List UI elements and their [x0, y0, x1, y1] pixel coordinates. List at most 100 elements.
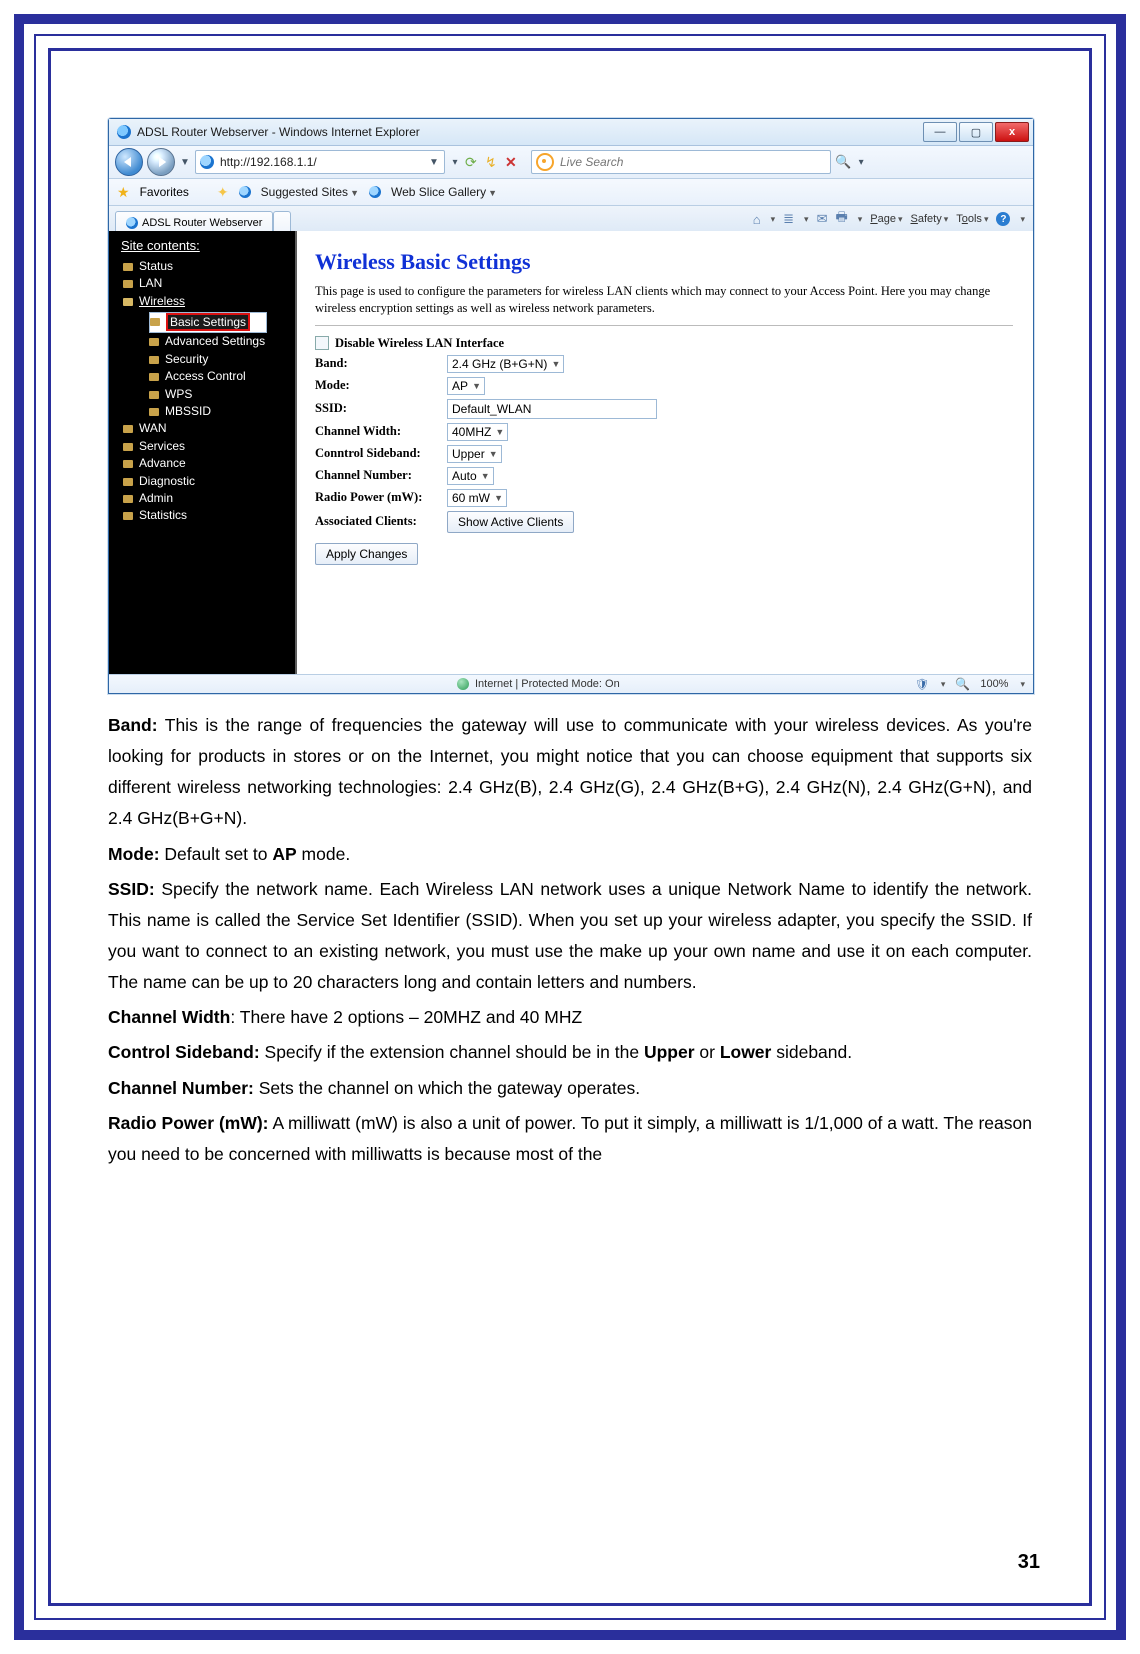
address-bar: ▼ ▼ ▾ ⟳ ↯ ✕ 🔍 ▾ — [109, 146, 1033, 179]
refresh-icon[interactable]: ⟳ — [465, 154, 481, 170]
favorites-bar: ★ Favorites ✦ Suggested Sites▼ Web Slice… — [109, 179, 1033, 206]
label-control-sideband: Conntrol Sideband: — [315, 446, 447, 461]
page-favicon-icon — [200, 155, 214, 169]
tree-header: Site contents: — [113, 237, 295, 256]
ie-mini-icon — [239, 186, 251, 198]
tree-item-security[interactable]: Security — [149, 351, 295, 368]
url-dropdown-icon[interactable]: ▼ — [428, 157, 440, 168]
tools-menu[interactable]: Tools▾ — [956, 213, 988, 225]
para-mode: Mode: Default set to AP mode. — [108, 839, 1032, 870]
help-dropdown-icon[interactable]: ▾ — [1018, 214, 1025, 225]
page-menu[interactable]: PPageage▾ — [870, 213, 902, 225]
url-field-wrap[interactable]: ▼ — [195, 150, 445, 174]
apply-changes-button[interactable]: Apply Changes — [315, 543, 418, 565]
disable-wlan-checkbox[interactable] — [315, 336, 329, 350]
tree-item-wan[interactable]: WAN — [123, 420, 295, 437]
tree-item-wps[interactable]: WPS — [149, 386, 295, 403]
url-history-caret[interactable]: ▾ — [449, 157, 461, 168]
protected-mode-icon[interactable]: 🛡 — [915, 678, 929, 691]
tree-item-lan[interactable]: LAN — [123, 275, 295, 292]
tree-item-advance[interactable]: Advance — [123, 455, 295, 472]
tree-item-mbssid[interactable]: MBSSID — [149, 403, 295, 420]
tree-item-status[interactable]: Status — [123, 258, 295, 275]
minimize-button[interactable]: — — [923, 122, 957, 142]
tree-item-basic-settings[interactable]: Basic Settings — [149, 312, 267, 333]
label-radio-power: Radio Power (mW): — [315, 490, 447, 505]
router-content: Wireless Basic Settings This page is use… — [297, 231, 1033, 675]
label-ssid: SSID: — [315, 401, 447, 416]
feeds-icon[interactable]: ≣ — [783, 211, 794, 227]
browser-viewport: Site contents: Status LAN Wireless Basic… — [109, 231, 1033, 675]
favorites-star-icon[interactable]: ★ — [117, 184, 130, 201]
search-provider-icon — [536, 153, 554, 171]
ie-logo-icon — [117, 125, 131, 139]
tree-item-services[interactable]: Services — [123, 438, 295, 455]
tree-item-advanced-settings[interactable]: Advanced Settings — [149, 333, 295, 350]
print-dropdown-icon[interactable]: ▾ — [856, 214, 863, 225]
select-channel-number[interactable]: Auto▼ — [447, 467, 494, 485]
mail-icon[interactable]: ✉ — [817, 211, 828, 227]
compat-view-icon[interactable]: ↯ — [485, 154, 501, 170]
tree-item-statistics[interactable]: Statistics — [123, 507, 295, 524]
search-dropdown-icon[interactable]: ▾ — [855, 157, 867, 168]
divider — [315, 325, 1013, 326]
forward-button[interactable] — [147, 148, 175, 176]
maximize-button[interactable]: ▢ — [959, 122, 993, 142]
ie-window: ADSL Router Webserver - Windows Internet… — [108, 118, 1034, 694]
content-heading: Wireless Basic Settings — [315, 249, 1013, 275]
window-title: ADSL Router Webserver - Windows Internet… — [137, 125, 420, 139]
label-associated-clients: Associated Clients: — [315, 514, 447, 529]
add-fav-icon[interactable]: ✦ — [217, 184, 229, 201]
zone-globe-icon — [457, 678, 469, 690]
tree-item-diagnostic[interactable]: Diagnostic — [123, 473, 295, 490]
select-control-sideband[interactable]: Upper▼ — [447, 445, 502, 463]
para-radio-power: Radio Power (mW): A milliwatt (mW) is al… — [108, 1108, 1032, 1170]
para-band: Band: This is the range of frequencies t… — [108, 710, 1032, 835]
ie-status-bar: Internet | Protected Mode: On 🛡▾ 🔍 100% … — [109, 674, 1033, 693]
label-channel-number: Channel Number: — [315, 468, 447, 483]
input-ssid[interactable] — [447, 399, 657, 419]
status-text: Internet | Protected Mode: On — [475, 678, 620, 690]
label-channel-width: Channel Width: — [315, 424, 447, 439]
favorites-label[interactable]: Favorites — [140, 185, 189, 199]
tree-item-access-control[interactable]: Access Control — [149, 368, 295, 385]
pm-dropdown-icon[interactable]: ▾ — [939, 679, 946, 690]
zoom-dropdown-icon[interactable]: ▾ — [1018, 679, 1025, 690]
help-icon[interactable]: ? — [996, 212, 1010, 226]
para-channel-width: Channel Width: There have 2 options – 20… — [108, 1002, 1032, 1033]
ie-titlebar: ADSL Router Webserver - Windows Internet… — [109, 119, 1033, 146]
nav-history-dropdown[interactable]: ▼ — [179, 157, 191, 168]
select-mode[interactable]: AP▼ — [447, 377, 485, 395]
select-channel-width[interactable]: 40MHZ▼ — [447, 423, 508, 441]
tab-favicon-icon — [126, 217, 138, 229]
close-button[interactable]: x — [995, 122, 1029, 142]
stop-icon[interactable]: ✕ — [505, 154, 521, 170]
back-button[interactable] — [115, 148, 143, 176]
page-number: 31 — [1018, 1551, 1040, 1574]
ie-mini-icon-2 — [369, 186, 381, 198]
suggested-sites-link[interactable]: Suggested Sites▼ — [261, 185, 359, 199]
search-go-icon[interactable]: 🔍 — [835, 154, 851, 170]
web-slice-link[interactable]: Web Slice Gallery▼ — [391, 185, 497, 199]
tree-item-wireless[interactable]: Wireless Basic Settings Advanced Setting… — [123, 293, 295, 421]
safety-menu[interactable]: Safety▾ — [911, 213, 949, 225]
zoom-icon[interactable]: 🔍 — [955, 677, 970, 691]
search-input[interactable] — [558, 154, 826, 170]
para-ssid: SSID: Specify the network name. Each Wir… — [108, 874, 1032, 999]
zoom-value[interactable]: 100% — [980, 678, 1008, 690]
label-band: Band: — [315, 356, 447, 371]
select-radio-power[interactable]: 60 mW▼ — [447, 489, 507, 507]
home-dropdown-icon[interactable]: ▾ — [769, 214, 776, 225]
print-icon[interactable]: 🖶 — [835, 208, 847, 230]
select-band[interactable]: 2.4 GHz (B+G+N)▼ — [447, 355, 564, 373]
disable-wlan-label: Disable Wireless LAN Interface — [335, 336, 504, 351]
url-input[interactable] — [218, 154, 424, 170]
para-channel-number: Channel Number: Sets the channel on whic… — [108, 1073, 1032, 1104]
home-icon[interactable]: ⌂ — [753, 212, 761, 227]
search-box[interactable] — [531, 150, 831, 174]
feeds-dropdown-icon[interactable]: ▾ — [802, 214, 809, 225]
show-active-clients-button[interactable]: Show Active Clients — [447, 511, 574, 533]
para-control-sideband: Control Sideband: Specify if the extensi… — [108, 1037, 1032, 1068]
tree-item-admin[interactable]: Admin — [123, 490, 295, 507]
tab-title: ADSL Router Webserver — [142, 217, 262, 229]
